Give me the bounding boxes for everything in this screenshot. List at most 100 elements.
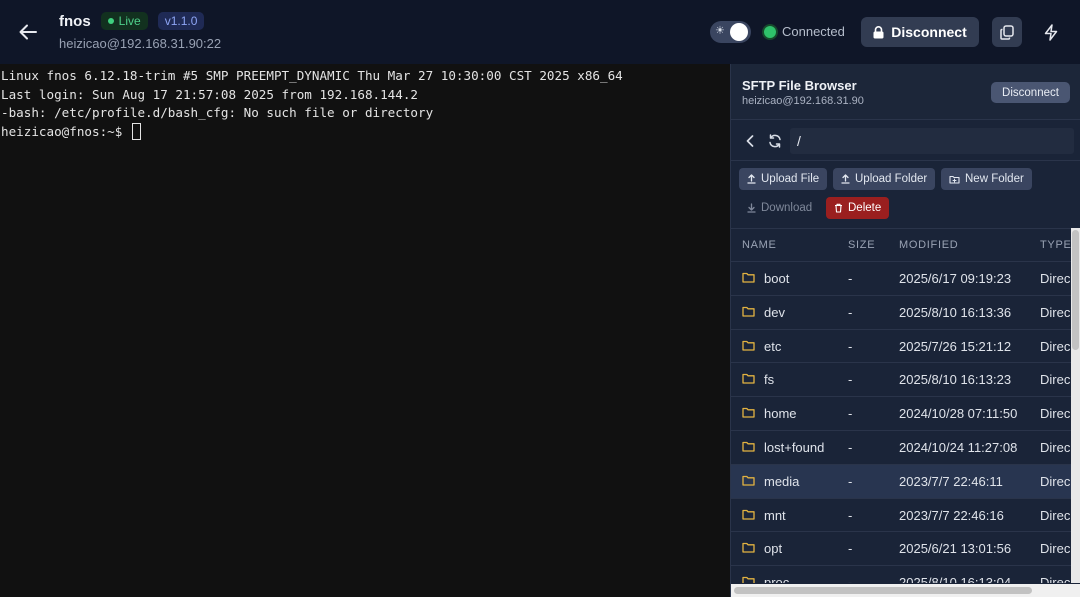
download-icon: [747, 203, 756, 213]
file-size: -: [848, 372, 853, 388]
upload-icon: [841, 174, 850, 184]
file-type: Direc: [1040, 304, 1071, 320]
upload-file-label: Upload File: [761, 173, 820, 185]
download-button[interactable]: Download: [739, 197, 820, 219]
top-header: fnos Live v1.1.0 heizicao@192.168.31.90:…: [0, 0, 1080, 64]
host-address: heizicao@192.168.31.90:22: [59, 36, 222, 51]
toggle-knob: [730, 23, 748, 41]
sftp-header: SFTP File Browser heizicao@192.168.31.90…: [731, 64, 1080, 120]
terminal-output[interactable]: Linux fnos 6.12.18-trim #5 SMP PREEMPT_D…: [0, 64, 730, 597]
file-name: home: [764, 406, 797, 422]
file-type: Direc: [1040, 271, 1071, 286]
column-header-type[interactable]: TYPE: [1040, 239, 1071, 251]
file-modified: 2024/10/24 11:27:08: [899, 439, 1018, 455]
table-header: NAME SIZE MODIFIED TYPE: [731, 229, 1071, 261]
back-button[interactable]: [12, 16, 44, 48]
folder-icon: [742, 340, 755, 351]
terminal-prompt-line: heizicao@fnos:~$: [0, 122, 730, 142]
upload-folder-label: Upload Folder: [855, 173, 928, 185]
terminal-line: Last login: Sun Aug 17 21:57:08 2025 fro…: [1, 86, 419, 102]
refresh-icon: [769, 134, 781, 148]
column-header-name[interactable]: NAME: [742, 239, 777, 251]
lightning-bolt-icon: [1044, 23, 1058, 41]
file-type: Direc: [1040, 541, 1071, 557]
table-row[interactable]: fs - 2025/8/10 16:13:23 Direc: [731, 362, 1071, 396]
sftp-title: SFTP File Browser: [742, 78, 857, 93]
live-dot-icon: [107, 18, 114, 24]
file-modified: 2025/6/21 13:01:56: [899, 541, 1012, 557]
folder-plus-icon: [949, 175, 960, 184]
file-type: Direc: [1040, 575, 1071, 583]
download-label: Download: [761, 202, 813, 214]
terminal-line: Linux fnos 6.12.18-trim #5 SMP PREEMPT_D…: [1, 68, 623, 83]
path-back-button[interactable]: [740, 131, 760, 151]
new-folder-label: New Folder: [965, 173, 1024, 185]
table-row[interactable]: lost+found - 2024/10/24 11:27:08 Direc: [731, 429, 1071, 464]
table-body: boot - 2025/6/17 09:19:23 Direc dev - 2025/8/1…: [731, 261, 1071, 583]
table-row[interactable]: boot - 2025/6/17 09:19:23 Direc: [731, 261, 1071, 295]
sftp-panel: SFTP File Browser heizicao@192.168.31.90…: [730, 64, 1080, 597]
file-size: -: [848, 406, 853, 422]
file-modified: 2025/8/10 16:13:04: [899, 575, 1012, 583]
live-label: Live: [118, 14, 141, 28]
table-row[interactable]: proc - 2025/8/10 16:13:04 Direc: [731, 565, 1071, 583]
path-input[interactable]: [790, 128, 1074, 154]
table-row[interactable]: etc - 2025/7/26 15:21:12 Direc: [731, 328, 1071, 363]
file-modified: 2025/7/26 15:21:12: [899, 338, 1012, 354]
folder-icon: [742, 407, 755, 418]
copy-icon: [1000, 24, 1014, 40]
file-type: Direc: [1040, 439, 1071, 455]
copy-button[interactable]: [992, 17, 1022, 47]
horizontal-scrollbar-thumb[interactable]: [734, 587, 1032, 594]
file-name: fs: [764, 372, 775, 388]
file-size: -: [848, 271, 853, 286]
table-row[interactable]: dev - 2025/8/10 16:13:36 Direc: [731, 294, 1071, 329]
column-header-size[interactable]: SIZE: [848, 239, 875, 251]
folder-icon: [742, 441, 755, 452]
sftp-disconnect-button[interactable]: Disconnect: [991, 82, 1070, 103]
disconnect-button[interactable]: Disconnect: [861, 17, 979, 47]
new-folder-button[interactable]: New Folder: [941, 168, 1032, 190]
disconnect-label: Disconnect: [891, 24, 967, 40]
file-actions: Upload File Upload Folder New Folder Dow…: [731, 162, 1080, 226]
folder-icon: [742, 475, 755, 486]
refresh-button[interactable]: [765, 131, 785, 151]
upload-icon: [747, 174, 756, 184]
file-name: media: [764, 473, 800, 489]
quick-action-button[interactable]: [1036, 17, 1066, 47]
table-row[interactable]: opt - 2025/6/21 13:01:56 Direc: [731, 531, 1071, 565]
table-row[interactable]: mnt - 2023/7/7 22:46:16 Direc: [731, 497, 1071, 532]
folder-icon: [742, 576, 755, 583]
folder-icon: [742, 509, 755, 520]
folder-icon: [742, 373, 755, 385]
folder-icon: [742, 306, 755, 317]
file-modified: 2025/8/10 16:13:23: [899, 372, 1012, 388]
chevron-left-icon: [746, 135, 754, 147]
sftp-host: heizicao@192.168.31.90: [742, 95, 864, 107]
file-name: boot: [764, 271, 790, 286]
arrow-left-icon: [19, 24, 37, 40]
connection-status-label: Connected: [782, 24, 845, 39]
upload-file-button[interactable]: Upload File: [739, 168, 828, 190]
connection-status: Connected: [764, 24, 845, 39]
file-type: Direc: [1040, 406, 1071, 422]
live-badge: Live: [100, 12, 148, 30]
file-name: lost+found: [764, 439, 825, 455]
table-row[interactable]: home - 2024/10/28 07:11:50 Direc: [731, 396, 1071, 430]
table-row[interactable]: media - 2023/7/7 22:46:11 Direc: [731, 463, 1071, 498]
file-size: -: [848, 304, 853, 320]
file-name: opt: [764, 541, 783, 557]
theme-toggle[interactable]: ☀: [710, 21, 751, 43]
file-type: Direc: [1040, 372, 1071, 388]
upload-folder-button[interactable]: Upload Folder: [833, 168, 936, 190]
column-header-modified[interactable]: MODIFIED: [899, 239, 958, 251]
path-bar: [731, 121, 1080, 161]
vertical-scrollbar-thumb[interactable]: [1072, 230, 1079, 350]
lock-icon: [873, 25, 884, 39]
terminal-cursor: [131, 122, 141, 140]
version-badge: v1.1.0: [157, 12, 205, 30]
host-title: fnos: [59, 12, 91, 30]
delete-button[interactable]: Delete: [826, 197, 890, 219]
terminal-line: -bash: /etc/profile.d/bash_cfg: No such …: [1, 105, 434, 121]
session-title-block: fnos Live v1.1.0 heizicao@192.168.31.90:…: [59, 10, 221, 51]
